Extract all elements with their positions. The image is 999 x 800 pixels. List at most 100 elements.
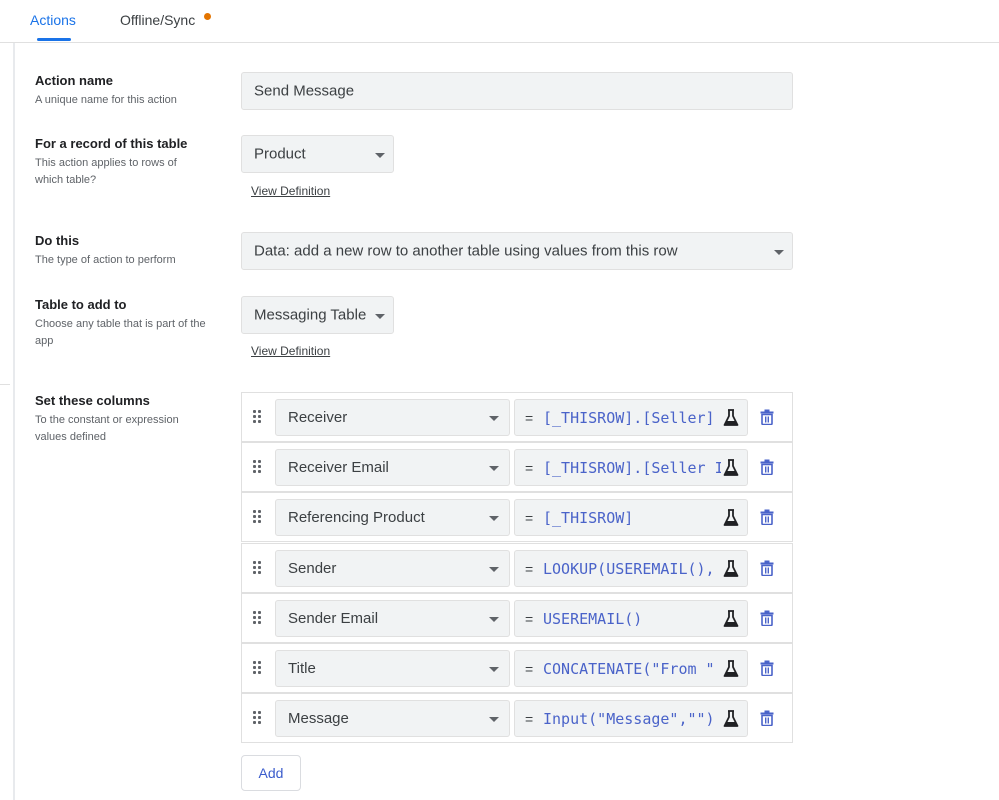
- drag-handle-icon[interactable]: [253, 661, 263, 675]
- action-name-input[interactable]: Send Message: [241, 72, 793, 110]
- record-table-select[interactable]: Product: [241, 135, 394, 173]
- column-select[interactable]: Referencing Product: [275, 499, 510, 536]
- record-table-value: Product: [254, 145, 306, 163]
- expression-text: Input("Message",""): [543, 710, 715, 728]
- drag-handle-icon[interactable]: [253, 611, 263, 625]
- column-row: Receiver = [_THISROW].[Seller]: [241, 392, 793, 442]
- table-to-add-title: Table to add to: [35, 297, 127, 312]
- drag-handle-icon[interactable]: [253, 711, 263, 725]
- do-this-desc: The type of action to perform: [35, 254, 176, 266]
- expression-field[interactable]: = CONCATENATE("From ": [514, 650, 748, 687]
- table-to-add-select[interactable]: Messaging Table: [241, 296, 394, 334]
- drag-handle-icon[interactable]: [253, 410, 263, 424]
- tab-offline-sync[interactable]: Offline/Sync: [120, 12, 195, 28]
- equals-sign: =: [525, 510, 534, 526]
- add-column-button[interactable]: Add: [241, 755, 301, 791]
- trash-icon[interactable]: [760, 560, 774, 576]
- expression-field[interactable]: = USEREMAIL(): [514, 600, 748, 637]
- column-row: Message = Input("Message",""): [241, 693, 793, 743]
- column-row: Title = CONCATENATE("From ": [241, 643, 793, 693]
- column-name: Message: [288, 710, 349, 727]
- record-table-title: For a record of this table: [35, 136, 188, 151]
- tab-bar: Actions Offline/Sync: [0, 0, 999, 43]
- trash-icon[interactable]: [760, 409, 774, 425]
- chevron-down-icon: [489, 466, 499, 471]
- column-select[interactable]: Sender Email: [275, 600, 510, 637]
- trash-icon[interactable]: [760, 610, 774, 626]
- column-select[interactable]: Receiver Email: [275, 449, 510, 486]
- column-select[interactable]: Sender: [275, 550, 510, 587]
- trash-icon[interactable]: [760, 710, 774, 726]
- trash-icon[interactable]: [760, 509, 774, 525]
- action-name-title: Action name: [35, 73, 114, 88]
- expression-text: LOOKUP(USEREMAIL(),: [543, 560, 715, 578]
- chevron-down-icon: [489, 516, 499, 521]
- expression-field[interactable]: = Input("Message",""): [514, 700, 748, 737]
- view-definition-link-product[interactable]: View Definition: [251, 184, 330, 198]
- expression-field[interactable]: = [_THISROW].[Seller]: [514, 399, 748, 436]
- chevron-down-icon: [375, 153, 385, 158]
- tab-actions[interactable]: Actions: [30, 12, 76, 28]
- chevron-down-icon: [489, 567, 499, 572]
- flask-icon[interactable]: [723, 660, 739, 678]
- do-this-value: Data: add a new row to another table usi…: [254, 242, 678, 260]
- expression-text: USEREMAIL(): [543, 610, 643, 628]
- expression-text: [_THISROW].[Seller]: [543, 409, 715, 427]
- flask-icon[interactable]: [723, 710, 739, 728]
- trash-icon[interactable]: [760, 660, 774, 676]
- record-table-desc: This action applies to rows of which tab…: [35, 157, 177, 186]
- chevron-down-icon: [774, 250, 784, 255]
- expression-field[interactable]: = [_THISROW].[Seller I: [514, 449, 748, 486]
- equals-sign: =: [525, 611, 534, 627]
- equals-sign: =: [525, 661, 534, 677]
- equals-sign: =: [525, 410, 534, 426]
- flask-icon[interactable]: [723, 610, 739, 628]
- trash-icon[interactable]: [760, 459, 774, 475]
- column-row: Sender = LOOKUP(USEREMAIL(),: [241, 543, 793, 593]
- record-table-label: For a record of this table This action a…: [35, 136, 230, 189]
- chevron-down-icon: [489, 717, 499, 722]
- chevron-down-icon: [375, 314, 385, 319]
- column-name: Title: [288, 660, 316, 677]
- expression-text: [_THISROW].[Seller I: [543, 459, 721, 477]
- drag-handle-icon[interactable]: [253, 460, 263, 474]
- do-this-select[interactable]: Data: add a new row to another table usi…: [241, 232, 793, 270]
- table-to-add-label: Table to add to Choose any table that is…: [35, 297, 230, 350]
- flask-icon[interactable]: [723, 409, 739, 427]
- column-name: Receiver: [288, 409, 348, 426]
- set-columns-title: Set these columns: [35, 393, 150, 408]
- view-definition-link-messaging[interactable]: View Definition: [251, 344, 330, 358]
- column-name: Sender: [288, 560, 337, 577]
- chevron-down-icon: [489, 667, 499, 672]
- equals-sign: =: [525, 460, 534, 476]
- unsaved-dot-icon: [204, 13, 211, 20]
- drag-handle-icon[interactable]: [253, 561, 263, 575]
- expression-field[interactable]: = LOOKUP(USEREMAIL(),: [514, 550, 748, 587]
- chevron-down-icon: [489, 617, 499, 622]
- expression-text: [_THISROW]: [543, 509, 634, 527]
- column-name: Referencing Product: [288, 509, 425, 526]
- divider: [0, 384, 10, 385]
- equals-sign: =: [525, 711, 534, 727]
- expression-text: CONCATENATE("From ": [543, 660, 715, 678]
- chevron-down-icon: [489, 416, 499, 421]
- column-select[interactable]: Receiver: [275, 399, 510, 436]
- drag-handle-icon[interactable]: [253, 510, 263, 524]
- left-rail: [13, 43, 15, 800]
- set-columns-label: Set these columns To the constant or exp…: [35, 393, 230, 446]
- expression-field[interactable]: = [_THISROW]: [514, 499, 748, 536]
- flask-icon[interactable]: [723, 459, 739, 477]
- table-to-add-desc: Choose any table that is part of the app: [35, 318, 206, 347]
- column-select[interactable]: Title: [275, 650, 510, 687]
- flask-icon[interactable]: [723, 560, 739, 578]
- column-name: Sender Email: [288, 610, 379, 627]
- column-row: Receiver Email = [_THISROW].[Seller I: [241, 442, 793, 492]
- column-row: Sender Email = USEREMAIL(): [241, 593, 793, 643]
- action-name-desc: A unique name for this action: [35, 94, 177, 106]
- column-select[interactable]: Message: [275, 700, 510, 737]
- action-name-value: Send Message: [254, 82, 355, 100]
- action-name-label: Action name A unique name for this actio…: [35, 73, 230, 109]
- flask-icon[interactable]: [723, 509, 739, 527]
- set-columns-desc: To the constant or expression values def…: [35, 414, 179, 443]
- do-this-title: Do this: [35, 233, 80, 248]
